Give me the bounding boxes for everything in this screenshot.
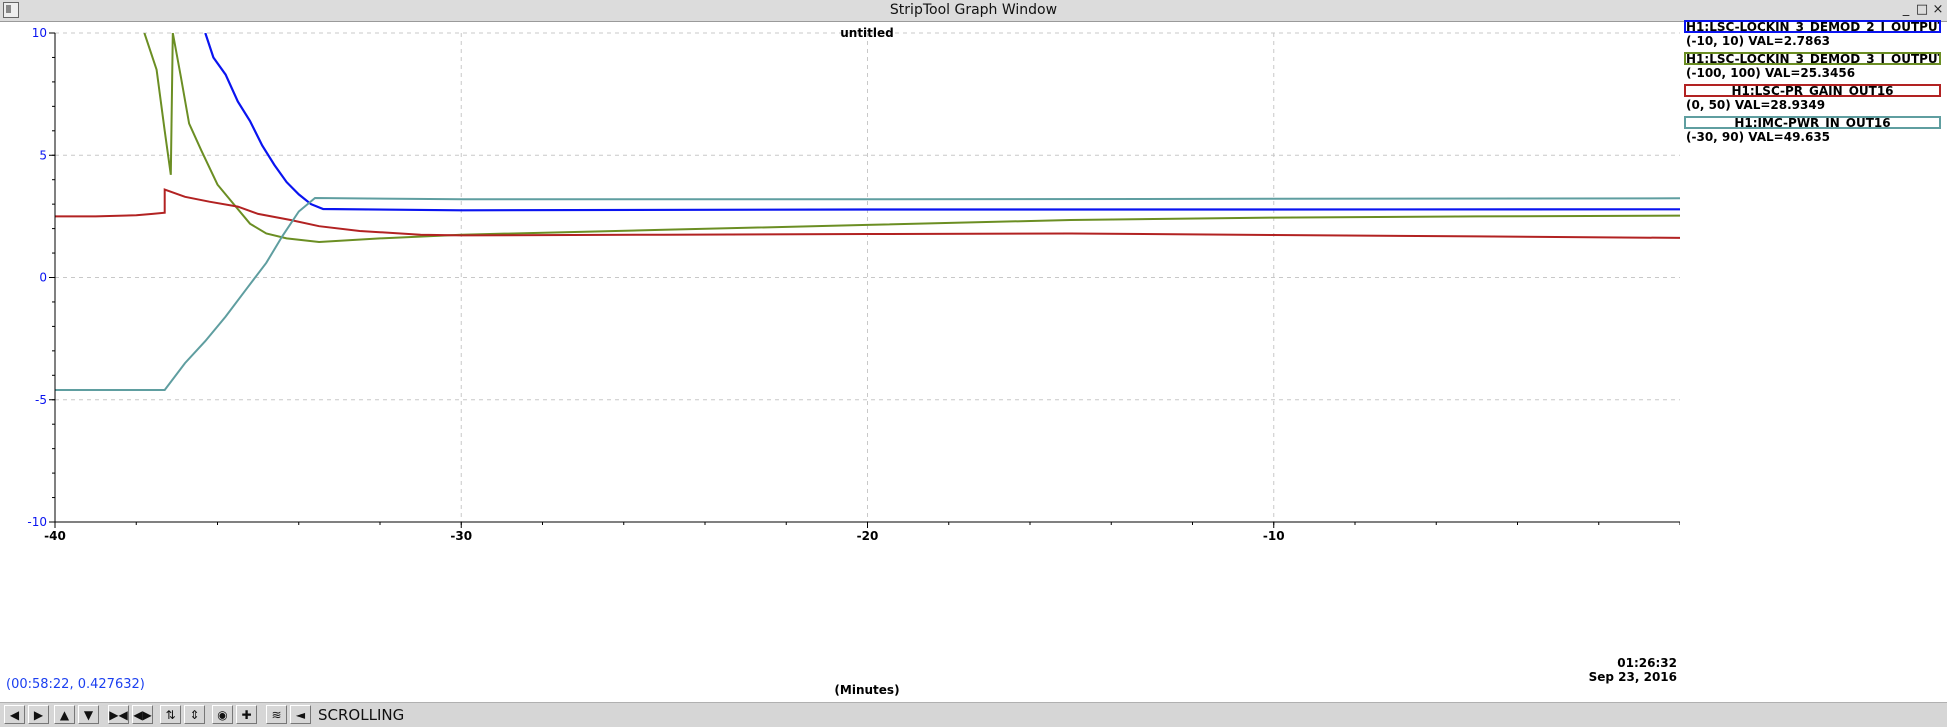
toggle-plot-icon[interactable]: ≋ <box>266 705 287 724</box>
legend-item-value: (-10, 10) VAL=2.7863 <box>1686 34 1831 48</box>
refresh-icon[interactable]: ✚ <box>236 705 257 724</box>
legend-item-name[interactable]: H1:LSC-PR_GAIN_OUT16 <box>1684 84 1941 97</box>
legend-item-name[interactable]: H1:LSC-LOCKIN_3_DEMOD_2_I_OUTPUT <box>1684 20 1941 33</box>
y-tick-label: 10 <box>32 26 47 40</box>
minimize-icon[interactable]: _ <box>1898 1 1914 18</box>
zoom-in-x-icon[interactable]: ▶◀ <box>108 705 129 724</box>
zoom-out-y-icon[interactable]: ⇕ <box>184 705 205 724</box>
pan-left-icon[interactable]: ◀ <box>4 705 25 724</box>
x-axis-label: (Minutes) <box>834 683 899 697</box>
auto-scale-icon[interactable]: ◉ <box>212 705 233 724</box>
x-tick-label: -30 <box>450 529 472 543</box>
strip-chart[interactable]: 10 5 0 -5 -10 -40 -30 -20 -10 untitled (00:58:22… <box>0 22 1680 702</box>
end-time-label: 01:26:32 <box>1617 656 1677 670</box>
maximize-icon[interactable]: □ <box>1914 1 1930 18</box>
y-tick-label: 0 <box>39 271 47 285</box>
zoom-in-y-icon[interactable]: ⇅ <box>160 705 181 724</box>
x-tick-label: -20 <box>857 529 879 543</box>
legend-item-name[interactable]: H1:LSC-LOCKIN_3_DEMOD_3_I_OUTPUT <box>1684 52 1941 65</box>
x-tick-label: -40 <box>44 529 66 543</box>
legend-panel: H1:LSC-LOCKIN_3_DEMOD_2_I_OUTPUT (-10, 1… <box>1680 20 1947 702</box>
series-line-1 <box>143 33 1680 244</box>
window-title: StripTool Graph Window <box>889 2 1058 18</box>
zoom-out-x-icon[interactable]: ◀▶ <box>132 705 153 724</box>
legend-item-value: (0, 50) VAL=28.9349 <box>1686 98 1826 112</box>
legend-item-name[interactable]: H1:IMC-PWR_IN_OUT16 <box>1684 116 1941 129</box>
y-tick-label: -10 <box>27 515 47 529</box>
legend-item-value: (-100, 100) VAL=25.3456 <box>1686 66 1856 80</box>
mode-label: SCROLLING <box>318 706 405 724</box>
toolbar: ◀ ▶ ▲ ▼ ▶◀ ◀▶ ⇅ ⇕ ◉ ✚ ≋ ◄ SCROLLING <box>0 702 1947 727</box>
y-tick-label: -5 <box>35 393 47 407</box>
chart-plot-area[interactable]: 1050-5-10-40 -30 -20 -10 untitled (00:58:22… <box>0 22 1680 702</box>
y-tick-label: 5 <box>39 148 47 162</box>
close-icon[interactable]: × <box>1930 1 1946 18</box>
print-icon[interactable]: ◄ <box>290 705 311 724</box>
end-date-label: Sep 23, 2016 <box>1589 670 1677 684</box>
x-tick-label: -10 <box>1263 529 1285 543</box>
legend-item-value: (-30, 90) VAL=49.635 <box>1686 130 1831 144</box>
cursor-readout: (00:58:22, 0.427632) <box>6 677 145 692</box>
pan-down-icon[interactable]: ▼ <box>78 705 99 724</box>
chart-title: untitled <box>840 26 894 40</box>
pan-up-icon[interactable]: ▲ <box>54 705 75 724</box>
pan-right-icon[interactable]: ▶ <box>28 705 49 724</box>
series-line-0 <box>204 33 1680 212</box>
window-title-bar: StripTool Graph Window _ □ × <box>0 0 1947 22</box>
